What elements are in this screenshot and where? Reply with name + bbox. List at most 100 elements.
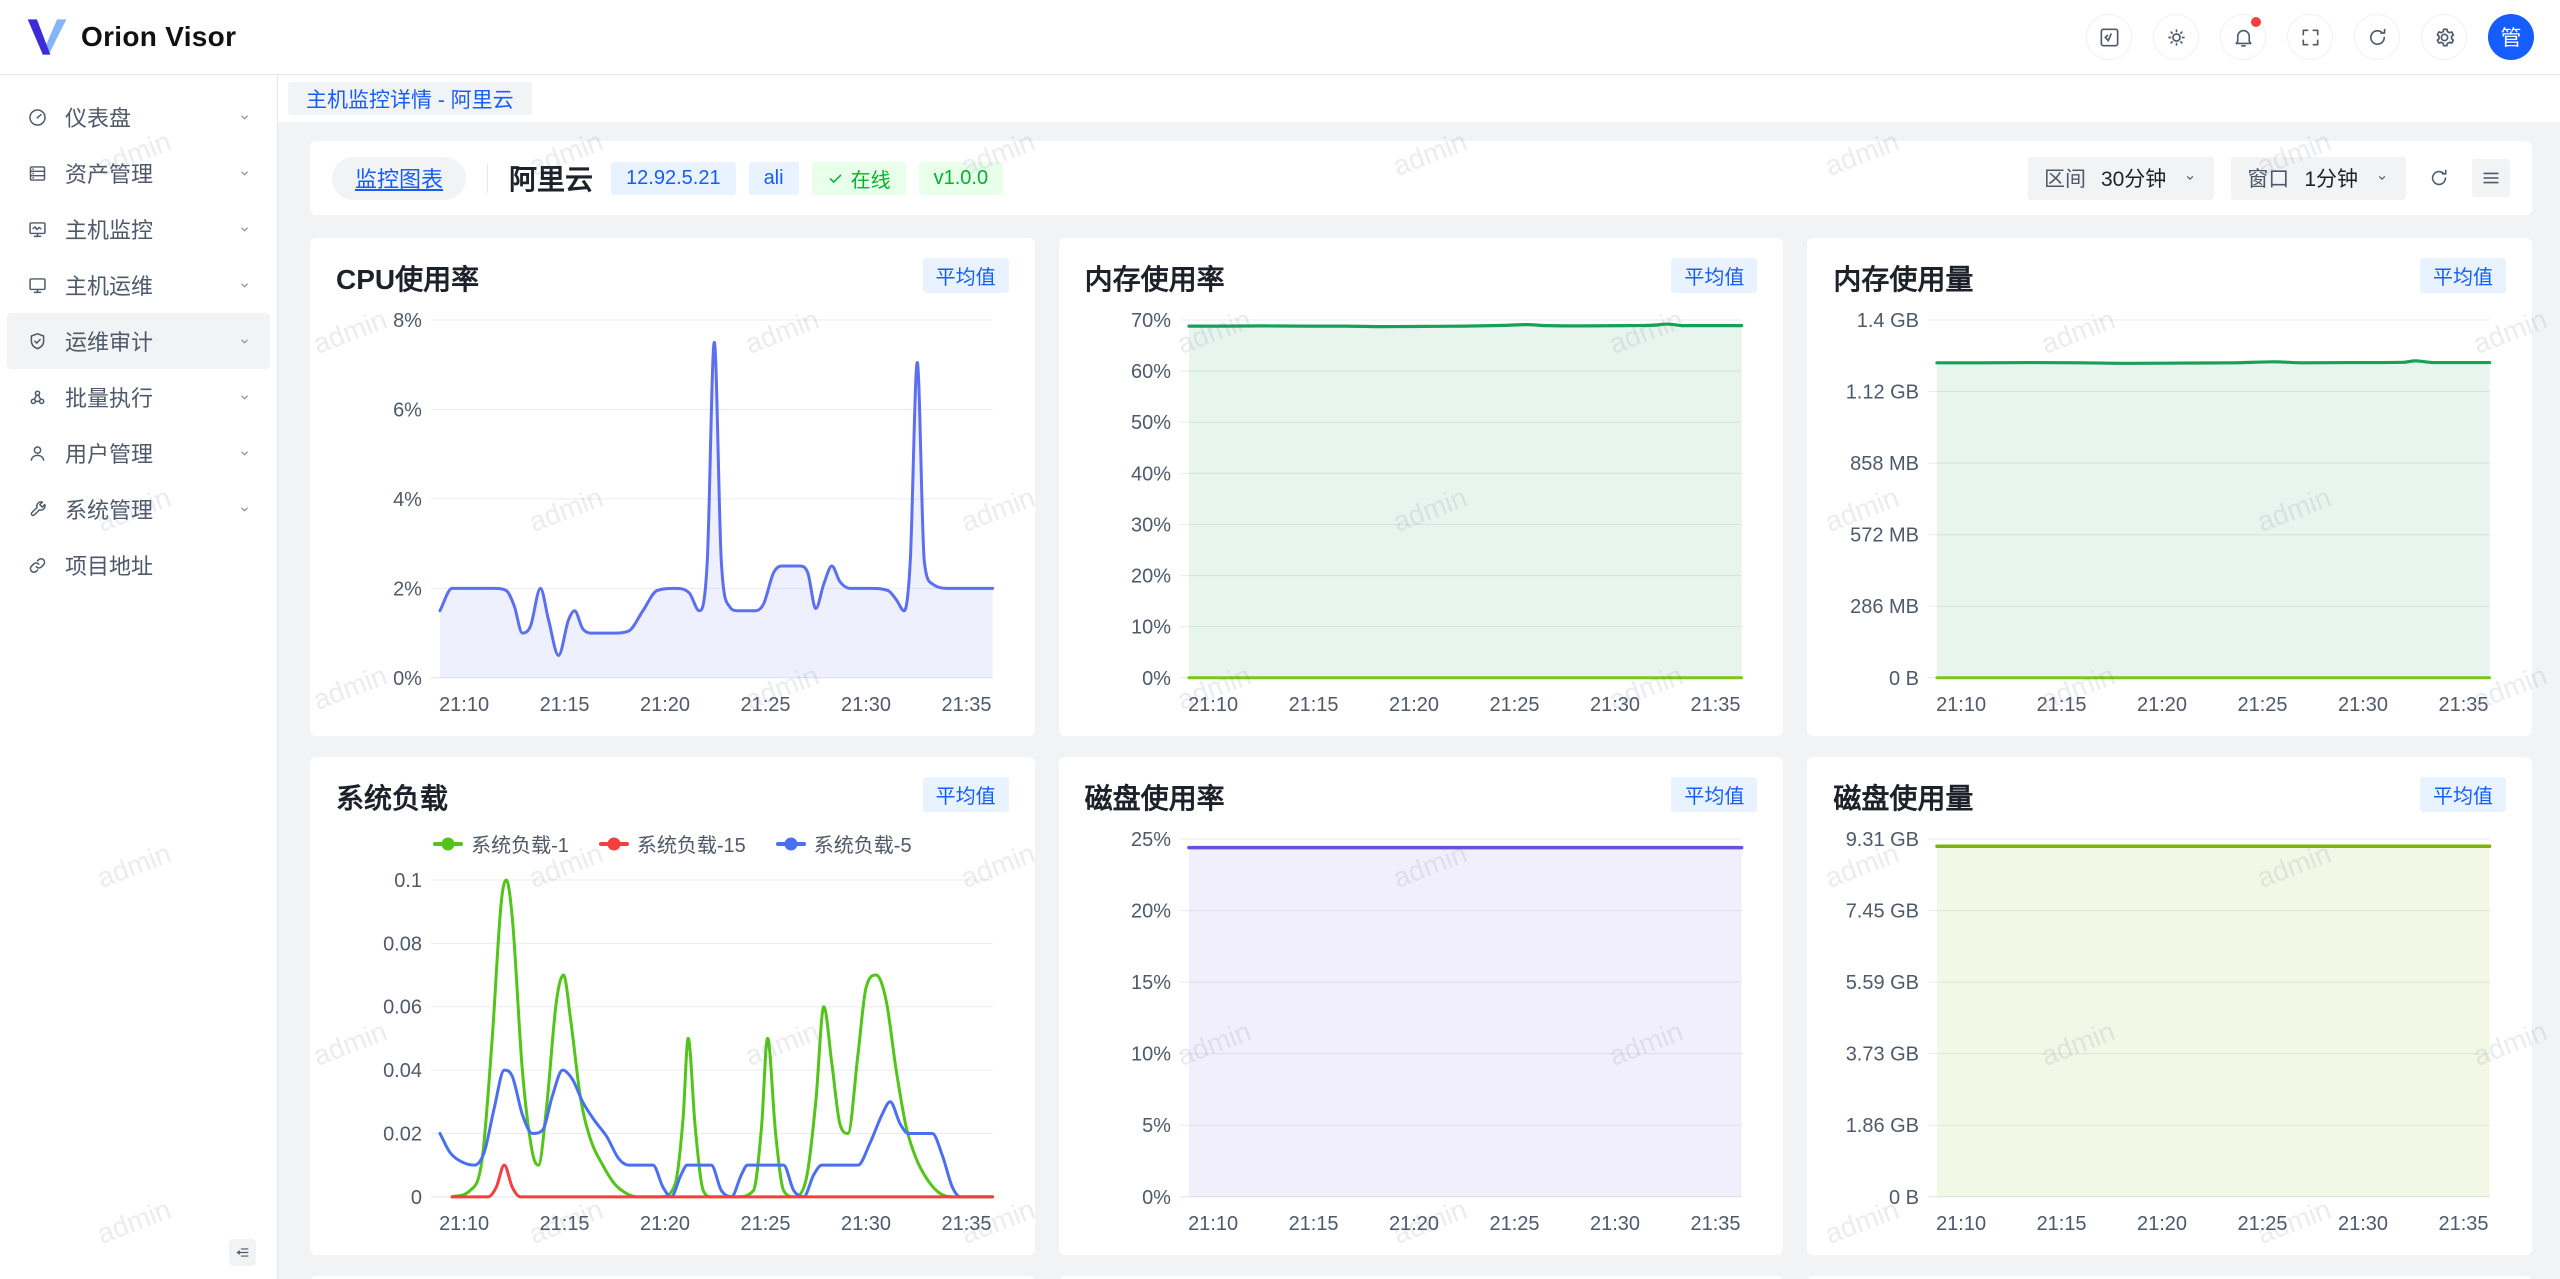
svg-text:21:10: 21:10 [439,1213,489,1235]
svg-text:21:25: 21:25 [2238,1213,2288,1235]
sidebar-item-label: 系统管理 [65,493,153,525]
chevron-down-icon [236,165,253,182]
chart-card-header: 磁盘使用量 平均值 [1833,777,2506,817]
chart-card-header: 系统负载 平均值 [336,777,1009,817]
sidebar-item-batch-exec[interactable]: 批量执行 [7,369,270,425]
chevron-down-icon [236,109,253,126]
host-monitor-icon [27,219,48,240]
host-toolbar: 监控图表 阿里云 12.92.5.21ali在线v1.0.0 区间 30分钟 窗… [310,141,2532,215]
svg-text:572 MB: 572 MB [1850,525,1919,547]
svg-text:25%: 25% [1131,829,1171,851]
sidebar-item-assets[interactable]: 资产管理 [7,145,270,201]
header-settings-button[interactable] [2421,14,2467,60]
svg-text:0.08: 0.08 [383,933,422,955]
interval-label: 区间 [2044,163,2086,193]
interval-select[interactable]: 区间 30分钟 [2028,157,2214,200]
charts-refresh-button[interactable] [2423,162,2455,194]
sidebar-item-label: 主机运维 [65,269,153,301]
svg-text:21:15: 21:15 [540,694,590,716]
chart-canvas[interactable]: 00.020.040.060.080.121:1021:1521:2021:25… [336,858,1009,1243]
chart-title: CPU使用率 [336,258,479,298]
sidebar-item-label: 运维审计 [65,325,153,357]
svg-text:21:10: 21:10 [1936,1213,1986,1235]
avg-value-badge: 平均值 [923,777,1009,812]
chart-card-6: 磁盘使用量 平均值 0 B1.86 GB3.73 GB5.59 GB7.45 G… [1807,757,2532,1255]
sidebar-item-dashboard[interactable]: 仪表盘 [7,89,270,145]
svg-text:1.4 GB: 1.4 GB [1857,310,1919,332]
assets-icon [27,163,48,184]
avg-value-badge: 平均值 [923,258,1009,293]
svg-text:21:20: 21:20 [640,694,690,716]
chart-canvas[interactable]: 0%5%10%15%20%25%21:1021:1521:2021:2521:3… [1085,817,1758,1243]
sidebar-item-user-mgmt[interactable]: 用户管理 [7,425,270,481]
svg-text:3.73 GB: 3.73 GB [1846,1044,1919,1066]
svg-text:8%: 8% [393,310,422,332]
header-actions: 管 [2086,14,2534,60]
chevron-down-icon [236,277,253,294]
sidebar-collapse-button[interactable] [229,1239,256,1266]
legend-marker [433,836,463,851]
svg-text:40%: 40% [1131,463,1171,485]
header-theme-button[interactable] [2153,14,2199,60]
svg-text:21:10: 21:10 [439,694,489,716]
chart-card-header: 内存使用量 平均值 [1833,258,2506,298]
host-tag-4: v1.0.0 [919,162,1003,195]
chart-canvas[interactable]: 0 B1.86 GB3.73 GB5.59 GB7.45 GB9.31 GB21… [1833,817,2506,1243]
monitor-chart-link[interactable]: 监控图表 [332,157,466,200]
svg-text:21:20: 21:20 [2137,1213,2187,1235]
header-code-button[interactable] [2086,14,2132,60]
tab-host-monitor-detail[interactable]: 主机监控详情 - 阿里云 [288,82,532,115]
sidebar-item-project-link[interactable]: 项目地址 [7,537,270,593]
wrench-icon [27,499,48,520]
sidebar-item-label: 主机监控 [65,213,153,245]
svg-text:0.1: 0.1 [394,870,422,892]
legend-item[interactable]: 系统负载-1 [433,829,569,858]
svg-text:5.59 GB: 5.59 GB [1846,972,1919,994]
avg-value-badge: 平均值 [1671,777,1757,812]
header-refresh-button[interactable] [2354,14,2400,60]
user-avatar-button[interactable]: 管 [2488,14,2534,60]
svg-text:21:20: 21:20 [2137,694,2187,716]
user-icon [27,443,48,464]
chart-canvas[interactable]: 0%10%20%30%40%50%60%70%21:1021:1521:2021… [1085,298,1758,724]
chart-area: 0%10%20%30%40%50%60%70%21:1021:1521:2021… [1085,298,1758,724]
svg-text:21:10: 21:10 [1188,1213,1238,1235]
sidebar-item-label: 批量执行 [65,381,153,413]
logo-v-icon [26,19,68,55]
legend-item[interactable]: 系统负载-15 [599,829,746,858]
chart-card-3: 内存使用量 平均值 0 B286 MB572 MB858 MB1.12 GB1.… [1807,238,2532,736]
svg-text:21:20: 21:20 [1389,694,1439,716]
chart-title: 磁盘使用率 [1085,777,1225,817]
legend-item[interactable]: 系统负载-5 [776,829,912,858]
window-value: 1分钟 [2304,163,2358,193]
sidebar-item-host-ops[interactable]: 主机运维 [7,257,270,313]
chart-layout-menu-button[interactable] [2472,159,2510,197]
svg-text:21:25: 21:25 [2238,694,2288,716]
sidebar-item-system-mgmt[interactable]: 系统管理 [7,481,270,537]
chart-canvas[interactable]: 0%2%4%6%8%21:1021:1521:2021:2521:3021:35 [336,298,1009,724]
svg-text:30%: 30% [1131,514,1171,536]
svg-text:21:25: 21:25 [1489,694,1539,716]
svg-text:0%: 0% [393,668,422,690]
chart-row-1: CPU使用率 平均值 0%2%4%6%8%21:1021:1521:2021:2… [310,238,2532,736]
avg-value-badge: 平均值 [1671,258,1757,293]
sidebar-item-ops-audit[interactable]: 运维审计 [7,313,270,369]
svg-text:21:25: 21:25 [741,1213,791,1235]
svg-text:0 B: 0 B [1889,1187,1919,1209]
sidebar-item-host-monitoring[interactable]: 主机监控 [7,201,270,257]
dashboard-icon [27,107,48,128]
svg-text:21:25: 21:25 [741,694,791,716]
chart-card-5: 磁盘使用率 平均值 0%5%10%15%20%25%21:1021:1521:2… [1059,757,1784,1255]
header-notifications-button[interactable] [2220,14,2266,60]
svg-text:70%: 70% [1131,310,1171,332]
chart-canvas[interactable]: 0 B286 MB572 MB858 MB1.12 GB1.4 GB21:102… [1833,298,2506,724]
chart-card-header: CPU使用率 平均值 [336,258,1009,298]
svg-text:21:20: 21:20 [640,1213,690,1235]
toolbar-right: 区间 30分钟 窗口 1分钟 [2028,157,2510,200]
window-select[interactable]: 窗口 1分钟 [2231,157,2406,200]
header-fullscreen-button[interactable] [2287,14,2333,60]
svg-text:858 MB: 858 MB [1850,453,1919,475]
chart-area: 0 B286 MB572 MB858 MB1.12 GB1.4 GB21:102… [1833,298,2506,724]
svg-text:2%: 2% [393,578,422,600]
svg-text:10%: 10% [1131,617,1171,639]
